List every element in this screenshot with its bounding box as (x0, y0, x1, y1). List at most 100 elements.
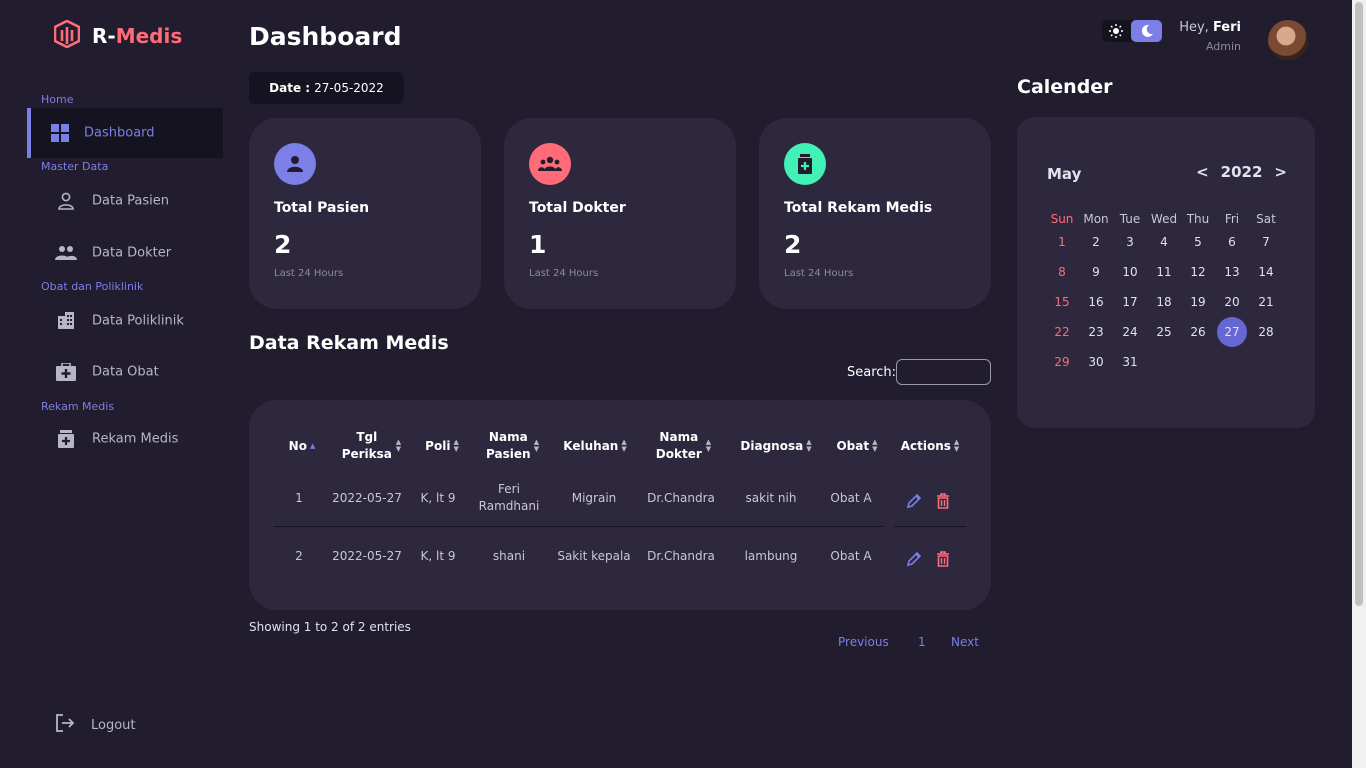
sidebar-item-data-obat[interactable]: Data Obat (27, 347, 223, 397)
calendar-day-today[interactable]: 27 (1215, 317, 1249, 347)
logout-label: Logout (91, 717, 136, 733)
column-header-tgl-periksa[interactable]: Tgl Periksa ▲ ▼ (331, 428, 411, 464)
theme-toggle[interactable] (1102, 20, 1162, 42)
calendar-day[interactable]: 15 (1045, 287, 1079, 317)
cell-no: 1 (295, 490, 303, 505)
calendar-title: Calender (1017, 76, 1113, 98)
cell-tgl-periksa: 2022-05-27 (332, 548, 402, 563)
sort-icon: ▲ ▼ (872, 438, 878, 453)
delete-icon[interactable] (936, 493, 950, 513)
column-header-obat[interactable]: Obat ▲ ▼ (827, 428, 887, 464)
calendar-day[interactable]: 17 (1113, 287, 1147, 317)
building-icon (55, 310, 77, 332)
sidebar-item-data-dokter[interactable]: Data Dokter (27, 228, 223, 278)
calendar-day[interactable]: 22 (1045, 317, 1079, 347)
calendar-day[interactable]: 24 (1113, 317, 1147, 347)
sidebar-section-rekam-medis: Rekam Medis (41, 400, 115, 413)
user-role: Admin (1205, 40, 1241, 53)
cell-diagnosa: sakit nih (745, 490, 797, 505)
calendar-next-button[interactable]: > (1274, 163, 1287, 181)
calendar-day[interactable]: 14 (1249, 257, 1283, 287)
calendar-day[interactable]: 10 (1113, 257, 1147, 287)
delete-icon[interactable] (936, 551, 950, 571)
column-header-keluhan[interactable]: Keluhan ▲ ▼ (555, 428, 635, 464)
calendar-day[interactable]: 29 (1045, 347, 1079, 377)
calendar-day[interactable]: 16 (1079, 287, 1113, 317)
column-header-poli[interactable]: Poli ▲ ▼ (419, 428, 465, 464)
date-value: 27-05-2022 (314, 81, 384, 95)
sort-icon: ▲ ▼ (533, 438, 540, 453)
sidebar-section-master-data: Master Data (41, 160, 109, 173)
cell-keluhan: Migrain (571, 490, 617, 505)
sidebar-item-label: Data Obat (92, 364, 159, 380)
calendar-day[interactable]: 13 (1215, 257, 1249, 287)
page-scrollbar[interactable] (1352, 0, 1366, 768)
column-header-diagnosa[interactable]: Diagnosa ▲ ▼ (733, 428, 819, 464)
moon-icon[interactable] (1131, 20, 1162, 42)
entries-info: Showing 1 to 2 of 2 entries (249, 620, 411, 634)
sidebar-item-dashboard[interactable]: Dashboard (27, 108, 223, 158)
calendar-day[interactable]: 8 (1045, 257, 1079, 287)
calendar-day[interactable]: 5 (1181, 227, 1215, 257)
calendar-day[interactable]: 23 (1079, 317, 1113, 347)
calendar-day[interactable]: 26 (1181, 317, 1215, 347)
calendar-day[interactable]: 6 (1215, 227, 1249, 257)
calendar-day[interactable]: 3 (1113, 227, 1147, 257)
cell-actions (906, 551, 950, 571)
cell-actions (906, 493, 950, 513)
sidebar-item-rekam-medis[interactable]: Rekam Medis (27, 414, 223, 464)
calendar-day[interactable]: 21 (1249, 287, 1283, 317)
calendar-day[interactable]: 31 (1113, 347, 1147, 377)
logo-icon (53, 19, 81, 52)
sidebar-item-data-poliklinik[interactable]: Data Poliklinik (27, 296, 223, 346)
user-icon (55, 190, 77, 212)
scrollbar-thumb[interactable] (1355, 2, 1363, 606)
calendar-day[interactable]: 18 (1147, 287, 1181, 317)
logout-button[interactable]: Logout (55, 713, 136, 737)
stat-value: 2 (274, 230, 292, 259)
edit-icon[interactable] (906, 551, 922, 571)
calendar-day[interactable]: 30 (1079, 347, 1113, 377)
calendar-day[interactable]: 20 (1215, 287, 1249, 317)
cell-nama-pasien: Feri Ramdhani (478, 482, 540, 513)
avatar[interactable] (1268, 20, 1308, 60)
brand: R-Medis (53, 19, 182, 52)
column-header-nama-pasien[interactable]: Nama Pasien ▲ ▼ (475, 428, 550, 464)
stat-value: 2 (784, 230, 802, 259)
sun-icon[interactable] (1105, 21, 1127, 41)
records-title: Data Rekam Medis (249, 332, 449, 354)
calendar-day[interactable]: 12 (1181, 257, 1215, 287)
calendar-day[interactable]: 25 (1147, 317, 1181, 347)
grid-icon (49, 122, 71, 144)
cell-nama-dokter: Dr.Chandra (647, 490, 715, 505)
calendar-day[interactable]: 9 (1079, 257, 1113, 287)
stat-card-total-rekam-medis: Total Rekam Medis 2 Last 24 Hours (759, 118, 991, 309)
stat-card-total-pasien: Total Pasien 2 Last 24 Hours (249, 118, 481, 309)
column-header-actions[interactable]: Actions ▲ ▼ (895, 428, 965, 464)
calendar-day[interactable]: 7 (1249, 227, 1283, 257)
calendar-day[interactable]: 1 (1045, 227, 1079, 257)
date-label: Date : (269, 81, 311, 95)
stat-title: Total Rekam Medis (784, 200, 933, 216)
sidebar-section-home: Home (41, 93, 74, 106)
user-icon (274, 143, 316, 185)
calendar-day[interactable]: 19 (1181, 287, 1215, 317)
pagination-next[interactable]: Next (951, 635, 979, 649)
search-input[interactable] (896, 359, 991, 385)
stat-subtitle: Last 24 Hours (784, 268, 854, 279)
calendar-day[interactable]: 4 (1147, 227, 1181, 257)
pagination-previous[interactable]: Previous (838, 635, 889, 649)
logout-icon (55, 713, 75, 737)
cell-poli: K, lt 9 (420, 548, 456, 563)
edit-icon[interactable] (906, 493, 922, 513)
column-header-no[interactable]: No ▲ (281, 428, 323, 464)
pagination-page-1[interactable]: 1 (918, 635, 926, 649)
calendar-day[interactable]: 11 (1147, 257, 1181, 287)
calendar-day[interactable]: 2 (1079, 227, 1113, 257)
calendar-day[interactable]: 28 (1249, 317, 1283, 347)
column-header-nama-dokter[interactable]: Nama Dokter ▲ ▼ (643, 428, 723, 464)
cell-no: 2 (295, 548, 303, 563)
calendar-prev-button[interactable]: < (1196, 163, 1209, 181)
sidebar-item-data-pasien[interactable]: Data Pasien (27, 176, 223, 226)
page-title: Dashboard (249, 22, 402, 51)
